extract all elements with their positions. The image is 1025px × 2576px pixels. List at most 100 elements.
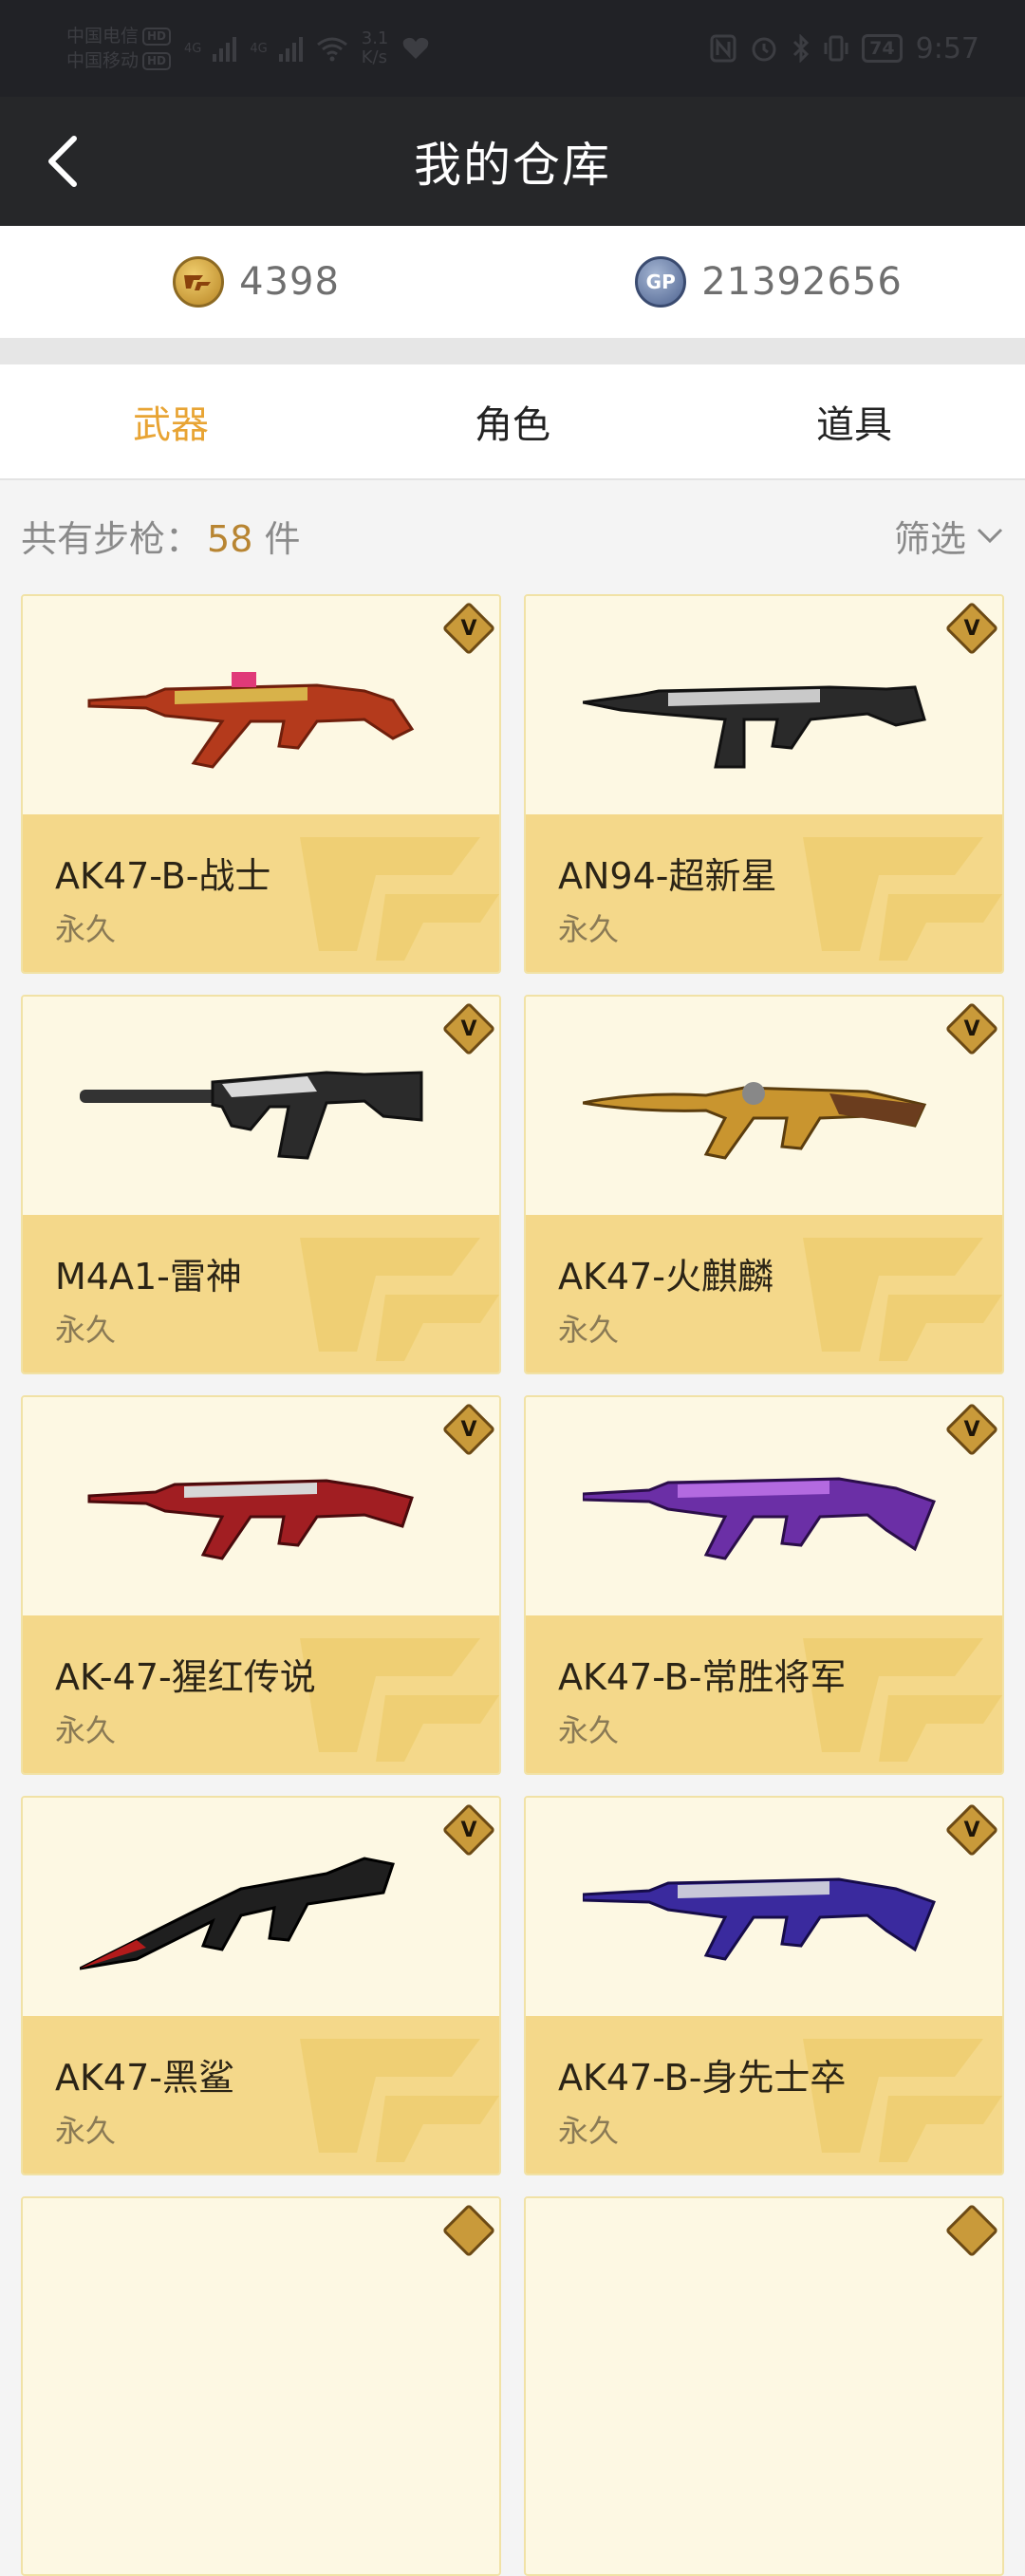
card-image-area: V xyxy=(526,1798,1002,2016)
item-name: AK47-B-常胜将军 xyxy=(558,1656,847,1698)
gp-coin-icon: GP xyxy=(635,256,687,308)
item-name: M4A1-雷神 xyxy=(55,1256,242,1297)
bluetooth-icon xyxy=(793,34,810,63)
status-left: 中国电信 HD 中国移动 HD 4G 4G 3.1 K/s xyxy=(66,24,430,73)
cf-logo-watermark-icon xyxy=(300,2039,499,2162)
vip-badge-icon: V xyxy=(441,601,496,656)
cf-logo-watermark-icon xyxy=(803,1238,1002,1361)
item-name: AK47-火麒麟 xyxy=(558,1256,773,1297)
tab-characters[interactable]: 角色 xyxy=(342,364,683,478)
count-suffix: 件 xyxy=(252,517,301,560)
page-title: 我的仓库 xyxy=(414,138,611,193)
item-card[interactable]: V AK47-B-常胜将军 永久 xyxy=(524,1395,1004,1775)
item-card[interactable]: V AK47-B-身先士卒 永久 xyxy=(524,1796,1004,2175)
hd-badge: HD xyxy=(142,51,172,70)
item-card[interactable] xyxy=(21,2196,501,2576)
item-duration: 永久 xyxy=(558,1712,620,1748)
card-image-area: V xyxy=(23,997,499,1215)
badge-letter: V xyxy=(460,1017,477,1041)
card-info-area: M4A1-雷神 永久 xyxy=(23,1215,499,1372)
item-card[interactable] xyxy=(524,2196,1004,2576)
vip-badge-icon: V xyxy=(441,1001,496,1056)
cf-logo-watermark-icon xyxy=(300,1238,499,1361)
badge-letter: V xyxy=(460,616,477,641)
badge-letter: V xyxy=(963,1818,980,1842)
badge-letter: V xyxy=(460,1417,477,1442)
cf-coin-icon xyxy=(173,256,225,308)
item-card[interactable]: V AK-47-猩红传说 永久 xyxy=(21,1395,501,1775)
item-duration: 永久 xyxy=(55,1712,117,1748)
card-info-area: AK47-B-战士 永久 xyxy=(23,814,499,972)
card-info-area: AK47-黑鲨 永久 xyxy=(23,2016,499,2174)
cf-points: 4398 xyxy=(0,226,512,338)
filter-button[interactable]: 筛选 xyxy=(894,510,1004,562)
network-type: 4G xyxy=(184,41,202,56)
count-bar: 共有步枪： 58 件 筛选 xyxy=(0,480,1025,590)
card-info-area: AK47-火麒麟 永久 xyxy=(526,1215,1002,1372)
item-name: AK47-B-战士 xyxy=(55,855,271,897)
item-duration: 永久 xyxy=(55,2113,117,2149)
rifle-icon xyxy=(87,1479,414,1560)
item-card[interactable]: V AN94-超新星 永久 xyxy=(524,594,1004,974)
card-image-area: V xyxy=(526,1397,1002,1615)
vip-badge-icon: V xyxy=(944,601,999,656)
card-image-area: V xyxy=(23,596,499,814)
section-divider xyxy=(0,338,1025,364)
vip-badge-icon: V xyxy=(441,1402,496,1457)
cf-points-value: 4398 xyxy=(239,260,340,304)
battery-level: 74 xyxy=(862,34,903,63)
vip-badge-icon xyxy=(441,2203,496,2258)
cf-logo-watermark-icon xyxy=(803,837,1002,961)
carrier-name: 中国电信 xyxy=(66,26,140,47)
item-name: AK-47-猩红传说 xyxy=(55,1656,316,1698)
vip-badge-icon: V xyxy=(441,1802,496,1857)
chevron-left-icon[interactable] xyxy=(38,131,95,192)
item-name: AK47-B-身先士卒 xyxy=(558,2057,847,2099)
heart-icon xyxy=(403,37,429,59)
card-image-area: V xyxy=(23,1798,499,2016)
hd-badge: HD xyxy=(142,27,172,46)
vibrate-icon xyxy=(824,35,848,62)
item-card[interactable]: V AK47-黑鲨 永久 xyxy=(21,1796,501,2175)
card-image-area: V xyxy=(23,1397,499,1615)
tab-weapons[interactable]: 武器 xyxy=(0,364,342,478)
vip-badge-icon: V xyxy=(944,1802,999,1857)
item-card[interactable]: V AK47-B-战士 永久 xyxy=(21,594,501,974)
card-image-area: V xyxy=(526,997,1002,1215)
nfc-icon xyxy=(710,34,736,63)
item-card[interactable]: V AK47-火麒麟 永久 xyxy=(524,995,1004,1374)
signal-icon xyxy=(213,35,237,62)
status-right: 74 9:57 xyxy=(710,32,979,65)
gp-points-value: 21392656 xyxy=(701,260,903,304)
item-card[interactable]: V M4A1-雷神 永久 xyxy=(21,995,501,1374)
item-duration: 永久 xyxy=(558,2113,620,2149)
tab-items[interactable]: 道具 xyxy=(683,364,1025,478)
badge-letter: V xyxy=(963,616,980,641)
cf-logo-watermark-icon xyxy=(300,837,499,961)
rifle-icon xyxy=(583,1082,927,1160)
rifle-icon xyxy=(80,1071,423,1160)
clock: 9:57 xyxy=(915,31,979,65)
chevron-down-icon xyxy=(977,528,1003,544)
gp-coin-label: GP xyxy=(645,271,676,293)
card-info-area: AK47-B-常胜将军 永久 xyxy=(526,1615,1002,1773)
status-bar: 中国电信 HD 中国移动 HD 4G 4G 3.1 K/s 74 9:57 xyxy=(0,0,1025,97)
net-speed-unit: K/s xyxy=(361,47,387,67)
vip-badge-icon: V xyxy=(944,1402,999,1457)
badge-letter: V xyxy=(460,1818,477,1842)
item-name: AK47-黑鲨 xyxy=(55,2057,234,2099)
card-info-area: AK-47-猩红传说 永久 xyxy=(23,1615,499,1773)
item-duration: 永久 xyxy=(55,1312,117,1348)
count-prefix: 共有步枪： xyxy=(21,517,202,560)
count-number: 58 xyxy=(207,517,253,560)
carriers: 中国电信 HD 中国移动 HD xyxy=(66,24,172,73)
vip-badge-icon: V xyxy=(944,1001,999,1056)
app-header: 我的仓库 xyxy=(0,97,1025,226)
alarm-icon xyxy=(752,37,776,62)
signal-icon xyxy=(278,35,303,62)
item-duration: 永久 xyxy=(558,911,620,947)
rifle-icon xyxy=(583,685,926,769)
rifle-count: 共有步枪： 58 件 xyxy=(21,510,300,562)
rifle-icon xyxy=(583,1477,936,1560)
item-name: AN94-超新星 xyxy=(558,855,777,897)
